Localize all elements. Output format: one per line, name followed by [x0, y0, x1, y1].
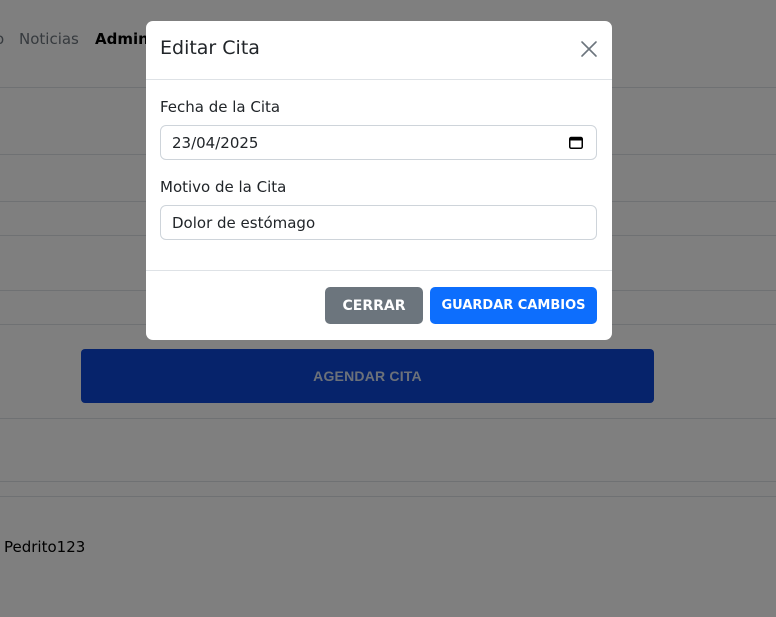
edit-appointment-modal: Editar Cita Fecha de la Cita 23/04/2025 … [146, 21, 612, 340]
reason-input[interactable]: Dolor de estómago [160, 205, 597, 240]
close-icon [581, 41, 597, 57]
save-changes-button[interactable]: GUARDAR CAMBIOS [430, 287, 597, 324]
modal-title: Editar Cita [160, 37, 260, 59]
date-input[interactable]: 23/04/2025 [160, 125, 597, 160]
close-button[interactable] [580, 40, 598, 58]
date-label: Fecha de la Cita [160, 98, 281, 116]
cancel-button[interactable]: CERRAR [325, 287, 423, 324]
modal-footer-divider [146, 270, 612, 271]
reason-value: Dolor de estómago [172, 214, 316, 232]
reason-label: Motivo de la Cita [160, 178, 287, 196]
modal-header: Editar Cita [146, 21, 612, 80]
date-value: 23/04/2025 [172, 134, 259, 152]
calendar-icon[interactable] [569, 136, 583, 149]
